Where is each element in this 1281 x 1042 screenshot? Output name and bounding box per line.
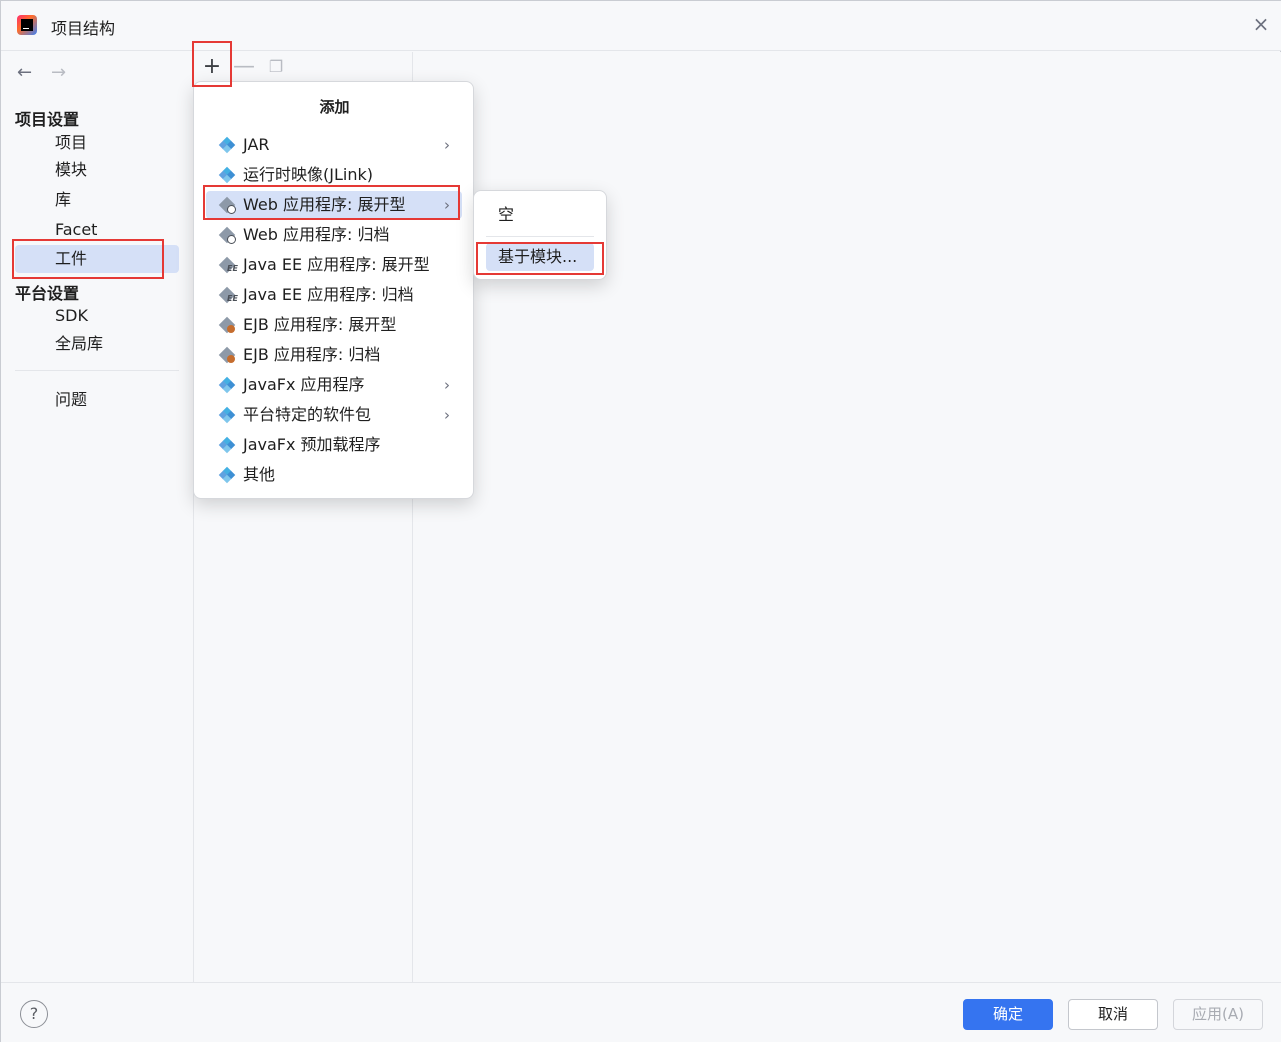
annotation-box-web-exploded: [203, 185, 460, 220]
javaee-artifact-icon: EE: [218, 256, 238, 274]
web-artifact-icon: [218, 226, 236, 244]
sidebar-item-global-libraries[interactable]: 全局库: [15, 330, 179, 358]
intellij-app-icon: [17, 15, 37, 35]
menu-item-ejb-archive[interactable]: EJB 应用程序: 归档: [206, 341, 462, 369]
menu-item-label: Java EE 应用程序: 展开型: [243, 255, 430, 274]
platform-settings-header: 平台设置: [15, 284, 80, 303]
menu-item-label: JavaFx 预加载程序: [243, 435, 381, 454]
menu-item-javafx-app[interactable]: JavaFx 应用程序 ›: [206, 371, 462, 399]
ok-button[interactable]: 确定: [963, 999, 1053, 1030]
menu-item-javafx-preloader[interactable]: JavaFx 预加载程序: [206, 431, 462, 459]
submenu-divider: [486, 236, 594, 237]
menu-item-label: EJB 应用程序: 展开型: [243, 315, 397, 334]
sidebar-item-problems[interactable]: 问题: [15, 386, 179, 414]
menu-item-label: JavaFx 应用程序: [243, 375, 365, 394]
ejb-artifact-icon: [218, 316, 236, 334]
menu-item-jar[interactable]: JAR ›: [206, 131, 462, 159]
javaee-artifact-icon: EE: [218, 286, 238, 304]
chevron-right-icon: ›: [444, 136, 450, 154]
close-icon[interactable]: ×: [1252, 14, 1270, 34]
menu-item-javaee-exploded[interactable]: EE Java EE 应用程序: 展开型: [206, 251, 462, 279]
menu-item-label: 其他: [243, 465, 276, 484]
menu-item-other[interactable]: 其他: [206, 461, 462, 489]
artifact-icon: [218, 166, 236, 184]
menu-item-javaee-archive[interactable]: EE Java EE 应用程序: 归档: [206, 281, 462, 309]
artifact-icon: [218, 406, 236, 424]
submenu-item-empty[interactable]: 空: [486, 201, 594, 229]
artifact-icon: [218, 376, 236, 394]
menu-item-label: JAR: [243, 135, 270, 154]
forward-arrow-icon[interactable]: →: [51, 62, 66, 83]
help-icon[interactable]: ?: [20, 1000, 48, 1028]
annotation-box-artifacts: [12, 239, 164, 279]
menu-item-label: Web 应用程序: 归档: [243, 225, 390, 244]
annotation-box-add: [192, 41, 232, 87]
menu-item-ejb-exploded[interactable]: EJB 应用程序: 展开型: [206, 311, 462, 339]
project-settings-header: 项目设置: [15, 110, 80, 129]
chevron-right-icon: ›: [444, 406, 450, 424]
chevron-right-icon: ›: [444, 376, 450, 394]
footer: ? 确定 取消 应用(A): [1, 982, 1281, 1042]
cancel-button[interactable]: 取消: [1068, 999, 1158, 1030]
menu-item-platform-package[interactable]: 平台特定的软件包 ›: [206, 401, 462, 429]
copy-icon[interactable]: ❐: [262, 54, 290, 82]
menu-item-label: 运行时映像(JLink): [243, 165, 373, 184]
add-artifact-popup: 添加 JAR › 运行时映像(JLink) Web 应用程序: 展开型 › We…: [193, 81, 474, 499]
menu-item-label: EJB 应用程序: 归档: [243, 345, 381, 364]
artifact-icon: [218, 436, 236, 454]
ejb-artifact-icon: [218, 346, 236, 364]
artifact-icon: [218, 466, 236, 484]
sidebar: ← → 项目设置 项目 模块 库 Facet 工件 平台设置 SDK 全局库 问…: [1, 52, 193, 982]
artifact-icon: [218, 136, 236, 154]
menu-item-web-archive[interactable]: Web 应用程序: 归档: [206, 221, 462, 249]
popup-title: 添加: [319, 98, 350, 116]
sidebar-item-sdk[interactable]: SDK: [15, 302, 179, 330]
menu-item-label: Java EE 应用程序: 归档: [243, 285, 414, 304]
remove-icon[interactable]: —: [230, 54, 258, 82]
annotation-box-from-module: [476, 242, 604, 275]
window-title: 项目结构: [51, 19, 116, 38]
sidebar-divider: [15, 370, 179, 371]
sidebar-item-libraries[interactable]: 库: [15, 186, 179, 214]
menu-item-label: 平台特定的软件包: [243, 405, 372, 424]
sidebar-item-modules[interactable]: 模块: [15, 156, 179, 184]
back-arrow-icon[interactable]: ←: [17, 62, 32, 83]
apply-button[interactable]: 应用(A): [1173, 999, 1263, 1030]
sidebar-item-project[interactable]: 项目: [15, 129, 179, 157]
